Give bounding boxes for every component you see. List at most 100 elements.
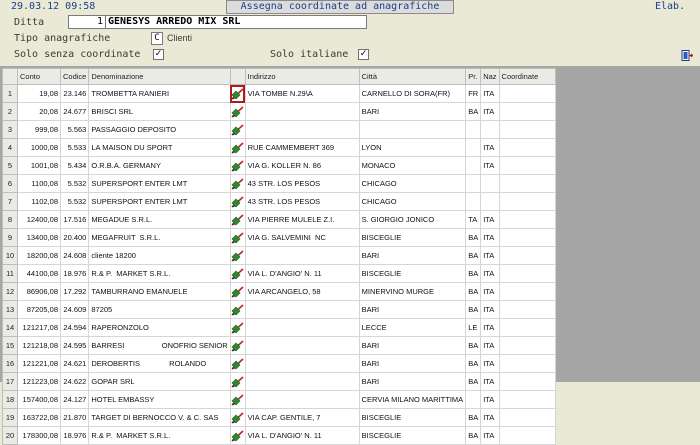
cell-nazione: ITA [480,354,500,373]
table-row[interactable]: 4 1000,08 5.533 LA MAISON DU SPORT RUE CAMME… [2,138,556,157]
cell-citta: BARI [358,246,467,265]
table-row[interactable]: 18 157400,08 24.127 HOTEL EMBASSY CERVIA MIL… [2,390,556,409]
table-row[interactable]: 8 12400,08 17.516 MEGADUE S.R.L. VIA PIERRE … [2,210,556,229]
solo-italiane-checkbox[interactable]: ✓ [358,49,369,60]
map-pin-edit-icon[interactable] [229,318,246,337]
table-row[interactable]: 1 19,08 23.146 TROMBETTA RANIERI VIA TOMBE N… [2,84,556,103]
row-number: 7 [2,192,18,211]
cell-provincia: BA [465,354,482,373]
row-number: 13 [2,300,18,319]
col-header-codice[interactable]: Codice [59,68,90,85]
map-pin-edit-icon[interactable] [229,84,246,103]
cell-denominazione: R.& P. MARKET S.R.L. [88,426,231,445]
cell-denominazione: PASSAGGIO DEPOSITO [88,120,231,139]
solo-senza-coordinate-checkbox[interactable]: ✓ [153,49,164,60]
cell-conto: 87205,08 [17,300,61,319]
cell-nazione: ITA [480,426,500,445]
tipo-code-field[interactable]: C [151,32,163,45]
map-pin-edit-icon[interactable] [229,156,246,175]
table-row[interactable]: 6 1100,08 5.532 SUPERSPORT ENTER LMT 43 STR.… [2,174,556,193]
cell-codice: 18.976 [59,264,90,283]
cell-conto: 19,08 [17,84,61,103]
cell-codice: 24.608 [59,246,90,265]
table-row[interactable]: 12 86906,08 17.292 TAMBURRANO EMANUELE VIA A… [2,282,556,301]
table-row[interactable]: 7 1102,08 5.532 SUPERSPORT ENTER LMT 43 STR.… [2,192,556,211]
cell-provincia: BA [465,336,482,355]
cell-provincia: BA [465,264,482,283]
table-row[interactable]: 20 178300,08 18.976 R.& P. MARKET S.R.L. VIA… [2,426,556,445]
map-pin-edit-icon[interactable] [229,300,246,319]
table-row[interactable]: 16 121221,08 24.621 DEROBERTIS ROLANDO BARI B… [2,354,556,373]
col-header-citta[interactable]: Città [358,68,467,85]
map-pin-edit-icon[interactable] [229,192,246,211]
col-header-conto[interactable]: Conto [17,68,61,85]
map-pin-edit-icon[interactable] [229,408,246,427]
col-header-indirizzo[interactable]: Indirizzo [244,68,360,85]
map-pin-edit-icon[interactable] [229,102,246,121]
cell-nazione: ITA [480,246,500,265]
ditta-label: Ditta [14,17,45,28]
cell-provincia [465,156,482,175]
cell-indirizzo: VIA TOMBE N.29\A [244,84,360,103]
assign-coordinates-button[interactable]: Assegna coordinate ad anagrafiche [226,0,454,14]
table-row[interactable]: 14 121217,08 24.594 RAPERONZOLO LECCE LE ITA [2,318,556,337]
elab-button[interactable]: Elab. [655,1,685,12]
table-row[interactable]: 3 999,08 5.563 PASSAGGIO DEPOSITO [2,120,556,139]
cell-codice: 5.434 [59,156,90,175]
row-number: 1 [2,84,18,103]
cell-coordinate [498,228,556,247]
map-pin-edit-icon[interactable] [229,354,246,373]
map-pin-edit-icon[interactable] [229,390,246,409]
cell-codice: 21.870 [59,408,90,427]
ditta-name-field[interactable]: GENESYS ARREDO MIX SRL [105,15,367,29]
cell-provincia: BA [465,228,482,247]
cell-denominazione: LA MAISON DU SPORT [88,138,231,157]
map-pin-edit-icon[interactable] [229,120,246,139]
table-row[interactable]: 13 87205,08 24.609 87205 BARI BA ITA [2,300,556,319]
cell-codice: 24.127 [59,390,90,409]
solo-italiane-label: Solo italiane [270,49,349,60]
table-row[interactable]: 5 1001,08 5.434 O.R.B.A. GERMANY VIA G. KOLL… [2,156,556,175]
row-number: 14 [2,318,18,337]
exit-door-icon[interactable] [681,50,693,61]
grid-area: Conto Codice Denominazione Indirizzo Cit… [0,66,700,445]
ditta-code-field[interactable]: 1 [68,15,106,29]
map-pin-edit-icon[interactable] [229,228,246,247]
cell-codice: 17.292 [59,282,90,301]
map-pin-edit-icon[interactable] [229,138,246,157]
table-row[interactable]: 11 44100,08 18.976 R.& P. MARKET S.R.L. VIA … [2,264,556,283]
cell-conto: 1102,08 [17,192,61,211]
table-row[interactable]: 9 13400,08 20.400 MEGAFRUIT S.R.L. VIA G. SA… [2,228,556,247]
cell-provincia: BA [465,426,482,445]
cell-indirizzo [244,354,360,373]
map-pin-edit-icon[interactable] [229,282,246,301]
col-header-coordinate[interactable]: Coordinate [498,68,556,85]
table-row[interactable]: 19 163722,08 21.870 TARGET DI BERNOCCO V. &… [2,408,556,427]
row-number: 18 [2,390,18,409]
cell-indirizzo [244,390,360,409]
map-pin-edit-icon[interactable] [229,426,246,445]
col-header-provincia[interactable]: Pr. [465,68,482,85]
cell-denominazione: 87205 [88,300,231,319]
table-header: Conto Codice Denominazione Indirizzo Cit… [2,68,556,85]
cell-codice: 17.516 [59,210,90,229]
row-number: 6 [2,174,18,193]
table-row[interactable]: 2 20,08 24.677 BRISCI SRL BARI BA ITA [2,102,556,121]
map-pin-edit-icon[interactable] [229,246,246,265]
col-header-denominazione[interactable]: Denominazione [88,68,231,85]
map-pin-edit-icon[interactable] [229,174,246,193]
cell-codice: 24.594 [59,318,90,337]
table-row[interactable]: 15 121218,08 24.595 BARRESI ONOFRIO SENIOR B… [2,336,556,355]
map-pin-edit-icon[interactable] [229,210,246,229]
map-pin-edit-icon[interactable] [229,336,246,355]
table-row[interactable]: 10 18200,08 24.608 cliente 18200 BARI BA ITA [2,246,556,265]
row-number: 10 [2,246,18,265]
row-number: 11 [2,264,18,283]
cell-codice: 24.609 [59,300,90,319]
map-pin-edit-icon[interactable] [229,264,246,283]
cell-provincia: TA [465,210,482,229]
cell-coordinate [498,390,556,409]
row-number: 2 [2,102,18,121]
col-header-nazione[interactable]: Naz [480,68,500,85]
cell-citta: BISCEGLIE [358,408,467,427]
